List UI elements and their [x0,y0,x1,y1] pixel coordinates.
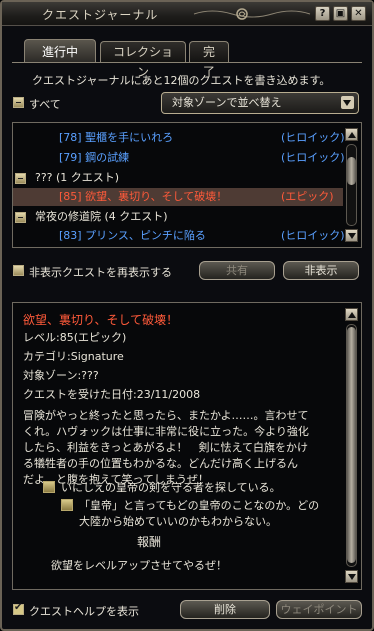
quest-list-scrollbar[interactable] [345,128,359,242]
group-collapse-toggle[interactable] [15,212,26,223]
tab-completed[interactable]: 完了 [189,41,229,79]
scroll-track[interactable] [346,144,357,226]
tab-in-progress[interactable]: 進行中 [24,39,96,63]
quest-name: [85] 欲望、裏切り、そして破壊！ [59,190,228,203]
sub-objective-text: 「皇帝」と言ってもどの皇帝のことなのか。どの [79,499,320,512]
title-ornament-icon [193,8,311,20]
zone-group-name: 常夜の修道院 (4 クエスト) [35,210,168,223]
reward-title: 報酬 [137,535,162,549]
share-button[interactable]: 共有 [199,261,275,280]
sub-objective-text: 大陸から始めていいのかもわからない。 [79,515,277,528]
quest-name: [78] 聖櫃を手にいれろ [59,131,174,144]
detail-date: クエストを受けた日付:23/11/2008 [23,388,201,401]
window-title: クエストジャーナル [42,8,159,22]
waypoint-button[interactable]: ウェイポイント [276,600,362,619]
objective-text: いにしえの皇帝の剣を守る者を探している。 [61,481,281,494]
collapse-all-toggle[interactable] [13,97,24,108]
help-icon: ? [319,8,326,19]
scroll-down-icon[interactable] [345,229,358,242]
scroll-thumb[interactable] [347,157,356,185]
scroll-down-icon[interactable] [345,570,358,583]
quest-detail-panel: 欲望、裏切り、そして破壊！ レベル:85(エピック) カテゴリ:Signatur… [12,302,362,590]
group-collapse-toggle[interactable] [15,173,26,184]
quest-capacity-info: クエストジャーナルにあと12個のクエストを書き込めます。 [32,74,331,87]
restore-icon: ▣ [335,8,346,19]
detail-description-line: 冒険がやっと終ったと思ったら、またかよ……。言わせて [23,409,309,422]
reshow-hidden-label: 非表示クエストを再表示する [29,266,172,279]
help-button[interactable]: ? [315,6,330,21]
restore-button[interactable]: ▣ [333,6,348,21]
detail-level: レベル:85(エピック) [23,331,127,344]
tab-collection[interactable]: コレクション [100,41,186,79]
sort-dropdown[interactable]: 対象ゾーンで並べ替え [161,92,359,114]
quest-name: [79] 鋼の試練 [59,151,130,164]
title-bar[interactable]: クエストジャーナル ? ▣ ✕ [2,2,372,26]
delete-button[interactable]: 削除 [180,600,270,619]
all-quests-label: すべて [29,98,61,111]
zone-group-row[interactable]: ??? (1 クエスト) [13,169,343,187]
reshow-hidden-checkbox[interactable] [13,265,24,276]
close-icon: ✕ [354,8,363,19]
quest-tag: (ヒロイック) [281,151,345,164]
sub-objective-icon [61,499,73,511]
quest-help-label: クエストヘルプを表示 [29,605,139,618]
quest-tag: (エピック) [281,190,334,203]
zone-group-row[interactable]: 常夜の修道院 (4 クエスト) [13,208,343,226]
detail-description-line: る犠牲者の手の位置もわかるな。どんだけ高く上げるん [23,457,298,470]
quest-help-checkbox[interactable] [13,602,24,615]
scroll-up-icon[interactable] [345,308,358,321]
scroll-up-icon[interactable] [345,128,358,141]
quest-row-selected[interactable]: [85] 欲望、裏切り、そして破壊！ (エピック) [13,188,343,206]
objective-icon [43,481,55,493]
quest-row[interactable]: [83] プリンス、ピンチに陥る (ヒロイック) [13,227,345,245]
quest-row[interactable]: [79] 鋼の試練 (ヒロイック) [13,149,345,167]
close-button[interactable]: ✕ [351,6,366,21]
detail-title: 欲望、裏切り、そして破壊！ [23,313,179,327]
detail-description-line: くれ。ハヴォックは仕事に非常に役に立った。今より強化 [23,425,309,438]
quest-list: [78] 聖櫃を手にいれろ (ヒロイック) [79] 鋼の試練 (ヒロイック) … [12,122,362,248]
hide-button[interactable]: 非表示 [283,261,359,280]
detail-category: カテゴリ:Signature [23,350,124,363]
zone-group-name: ??? (1 クエスト) [35,171,120,184]
reward-text: 欲望をレベルアップさせてやるぜ！ [51,559,227,572]
scroll-track[interactable] [346,324,357,567]
tab-divider [12,62,362,63]
scroll-thumb[interactable] [347,327,356,563]
detail-scrollbar[interactable] [345,308,359,584]
chevron-down-icon [341,96,354,109]
quest-tag: (ヒロイック) [281,229,345,242]
detail-description-line: したら、利益をきっとあがるよ！ 剣に怯えて白旗をかけ [23,441,309,454]
quest-name: [83] プリンス、ピンチに陥る [59,229,206,242]
sort-dropdown-value: 対象ゾーンで並べ替え [172,96,282,109]
detail-zone: 対象ゾーン:??? [23,369,99,382]
quest-tag: (ヒロイック) [281,131,345,144]
quest-row[interactable]: [78] 聖櫃を手にいれろ (ヒロイック) [13,129,345,147]
quest-journal-window: クエストジャーナル ? ▣ ✕ 進行中 コレクション 完了 クエストジャーナルに… [0,0,374,631]
